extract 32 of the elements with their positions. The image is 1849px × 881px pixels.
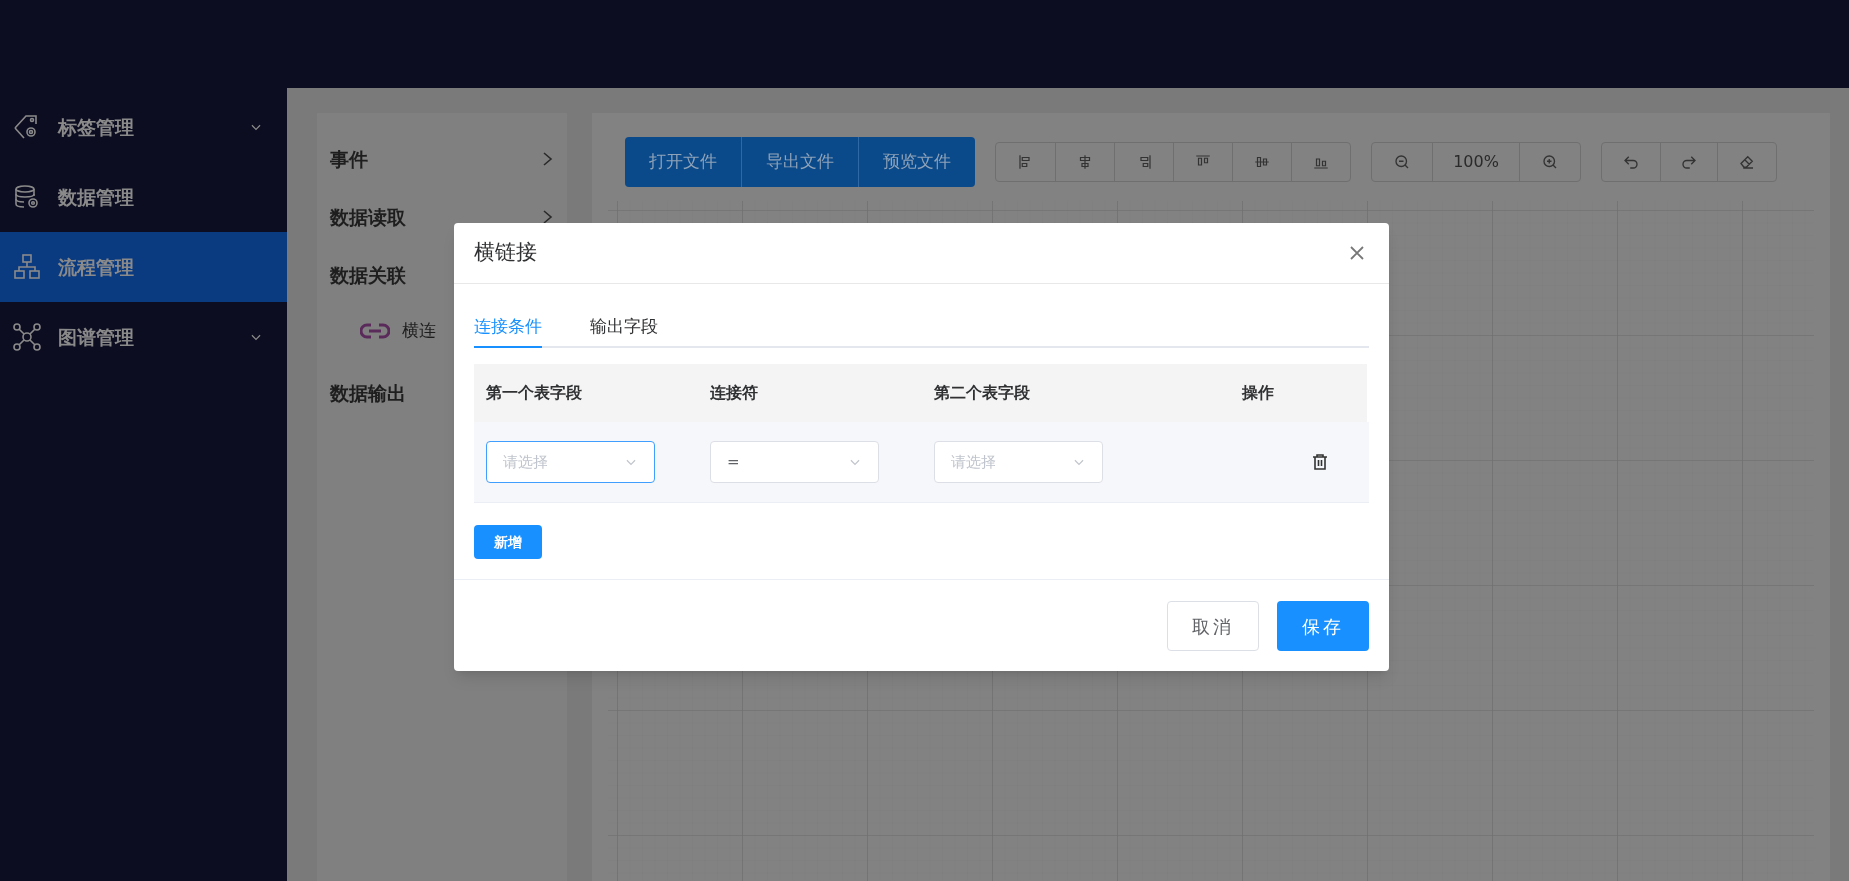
redo-button[interactable] (1660, 143, 1718, 181)
column-header: 连接符 (710, 382, 759, 404)
redo-icon (1680, 153, 1698, 171)
save-button[interactable]: 保存 (1277, 601, 1369, 651)
file-button[interactable]: 打开文件 (625, 137, 741, 187)
select-field[interactable]: = (710, 441, 879, 483)
tab[interactable]: 输出字段 (590, 308, 658, 348)
sidebar-item[interactable]: 图谱管理 (0, 302, 287, 372)
file-button[interactable]: 预览文件 (858, 137, 975, 187)
trash-icon[interactable] (1312, 453, 1328, 471)
hierarchy-icon (12, 252, 42, 282)
panel-group[interactable]: 数据读取 (330, 197, 554, 237)
sidebar-item[interactable]: 标签管理 (0, 92, 287, 162)
eraser-icon (1738, 153, 1756, 171)
column-header: 操作 (1240, 382, 1275, 404)
dialog-title: 横链接 (474, 239, 537, 267)
column-header: 第二个表字段 (934, 382, 1031, 404)
sidebar-item[interactable]: 数据管理 (0, 162, 287, 232)
link-icon (360, 322, 390, 340)
panel-group[interactable]: 事件 (330, 139, 554, 179)
zoom-out-icon (1393, 153, 1411, 171)
sidebar-item[interactable]: 流程管理 (0, 232, 287, 302)
column-header: 第一个表字段 (486, 382, 583, 404)
tab[interactable]: 连接条件 (474, 308, 542, 348)
zoom-level: 100% (1432, 143, 1520, 181)
graph-nodes-icon (12, 322, 42, 352)
file-button[interactable]: 导出文件 (741, 137, 858, 187)
add-button[interactable]: 新增 (474, 525, 542, 559)
undo-icon (1622, 153, 1640, 171)
zoom-in-icon (1541, 153, 1559, 171)
cancel-button[interactable]: 取消 (1167, 601, 1259, 651)
close-icon[interactable] (1349, 245, 1365, 261)
